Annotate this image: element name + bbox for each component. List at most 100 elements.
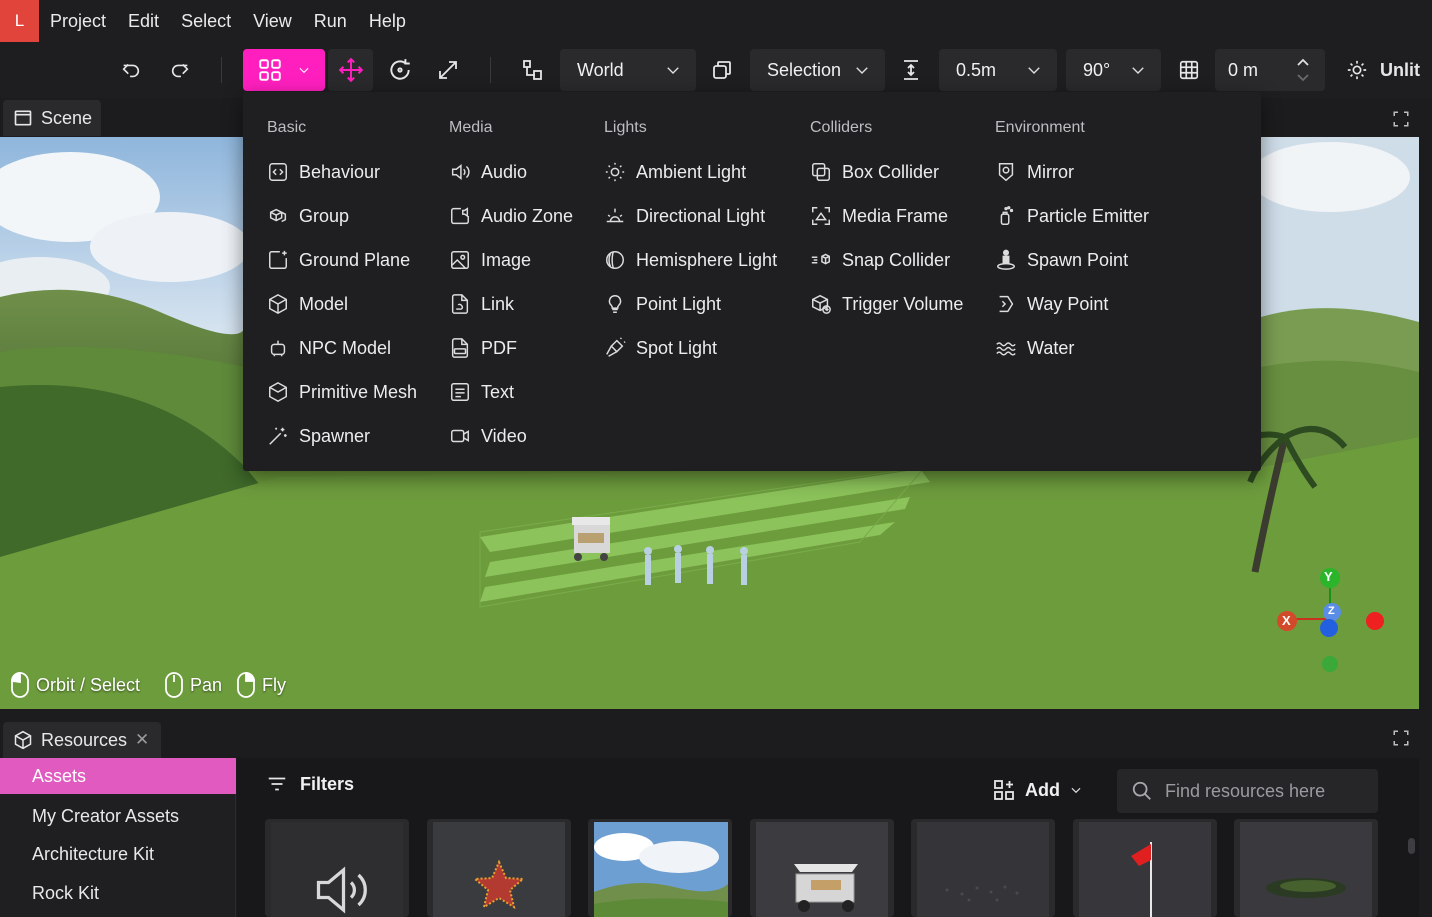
- menu-item-hemisphere-light[interactable]: Hemisphere Light: [604, 246, 777, 274]
- menu-project[interactable]: Project: [39, 11, 117, 32]
- translation-snap-dropdown[interactable]: 0.5m: [939, 49, 1057, 91]
- menu-item-directional-light[interactable]: Directional Light: [604, 202, 765, 230]
- pivot-mode-button[interactable]: [706, 54, 738, 86]
- rotation-snap-value: 90°: [1083, 59, 1111, 80]
- chevron-down-icon: [299, 67, 309, 74]
- menu-item-spawner[interactable]: Spawner: [267, 422, 370, 450]
- scale-tool-button[interactable]: [432, 54, 464, 86]
- menu-item-behaviour[interactable]: Behaviour: [267, 158, 380, 186]
- robot-icon: [270, 340, 286, 357]
- menu-item-label: Particle Emitter: [1027, 205, 1150, 226]
- window-icon: [14, 110, 32, 126]
- sidebar-item-my-creator-assets[interactable]: My Creator Assets: [0, 798, 236, 834]
- resource-card-skybox[interactable]: [588, 819, 732, 917]
- menu-item-mirror[interactable]: Mirror: [995, 158, 1074, 186]
- grid-toggle-button[interactable]: [1173, 54, 1205, 86]
- redo-button[interactable]: [165, 55, 195, 85]
- menu-run[interactable]: Run: [303, 11, 358, 32]
- menu-item-spot-light[interactable]: Spot Light: [604, 334, 717, 362]
- menu-item-trigger-volume[interactable]: Trigger Volume: [810, 290, 963, 318]
- grid-icon: [1179, 60, 1199, 80]
- menu-item-ground-plane[interactable]: Ground Plane: [267, 246, 410, 274]
- menu-item-particle-emitter[interactable]: Particle Emitter: [995, 202, 1149, 230]
- resource-card-flag[interactable]: [1073, 819, 1217, 917]
- add-object-button[interactable]: [243, 49, 325, 91]
- sidebar-item-assets[interactable]: Assets: [0, 758, 236, 794]
- close-icon[interactable]: ✕: [135, 730, 149, 750]
- resource-card-golf-cart[interactable]: [750, 819, 894, 917]
- menu-edit[interactable]: Edit: [117, 11, 170, 32]
- menu-item-label: Snap Collider: [842, 249, 951, 270]
- menu-item-label: Point Light: [636, 293, 722, 314]
- maximize-icon[interactable]: [1392, 110, 1410, 128]
- filters-button[interactable]: Filters: [266, 773, 354, 795]
- search-input[interactable]: [1165, 780, 1365, 802]
- resource-card-audio[interactable]: [265, 819, 409, 917]
- link-file-icon: [451, 294, 469, 314]
- menu-item-point-light[interactable]: Point Light: [604, 290, 721, 318]
- tab-scene[interactable]: Scene: [3, 100, 101, 136]
- menu-item-pdf[interactable]: PDF: [449, 334, 517, 362]
- menu-item-media-frame[interactable]: Media Frame: [810, 202, 948, 230]
- maximize-icon[interactable]: [1392, 729, 1410, 747]
- grid-height-input[interactable]: 0 m: [1215, 49, 1325, 91]
- translation-snap-button[interactable]: [895, 54, 927, 86]
- menu-select[interactable]: Select: [170, 11, 242, 32]
- menu-item-image[interactable]: Image: [449, 246, 531, 274]
- gizmo-x-label[interactable]: X: [1282, 613, 1291, 628]
- pivot-icon: [713, 61, 731, 79]
- resource-card-particles[interactable]: [911, 819, 1055, 917]
- menu-item-audio[interactable]: Audio: [449, 158, 527, 186]
- scale-arrows-icon: [439, 61, 457, 79]
- menu-item-label: Group: [299, 205, 350, 226]
- menu-item-link[interactable]: Link: [449, 290, 514, 318]
- app-logo[interactable]: L: [0, 0, 39, 42]
- audio-zone-icon: [451, 207, 469, 225]
- cube-outline-icon: [269, 381, 287, 403]
- menu-item-label: Spawn Point: [1027, 249, 1129, 270]
- menu-item-label: Way Point: [1027, 293, 1109, 314]
- tab-resources[interactable]: Resources ✕: [3, 722, 161, 758]
- menu-view[interactable]: View: [242, 11, 303, 32]
- menu-item-video[interactable]: Video: [449, 422, 527, 450]
- resource-card-island[interactable]: [1234, 819, 1378, 917]
- resources-scrollbar[interactable]: [1408, 838, 1415, 854]
- column-title-colliders: Colliders: [810, 119, 873, 136]
- image-icon: [451, 251, 469, 269]
- menu-item-way-point[interactable]: Way Point: [995, 290, 1108, 318]
- translate-tool-button[interactable]: [328, 49, 373, 91]
- stepper-arrows-icon[interactable]: [1295, 56, 1311, 84]
- menu-item-text[interactable]: Text: [449, 378, 514, 406]
- undo-button[interactable]: [116, 55, 146, 85]
- resource-card-star[interactable]: [427, 819, 571, 917]
- axis-space-icon: [523, 60, 542, 80]
- transform-space-button[interactable]: [516, 54, 548, 86]
- add-object-menu: Basic Behaviour Group Ground Plane Model…: [243, 92, 1261, 471]
- pivot-dropdown[interactable]: Selection: [750, 49, 885, 91]
- menu-item-label: Audio Zone: [481, 205, 574, 226]
- menu-item-ambient-light[interactable]: Ambient Light: [604, 158, 746, 186]
- lighting-mode-button[interactable]: Unlit: [1346, 54, 1432, 86]
- gizmo-z-label[interactable]: Z: [1328, 605, 1335, 617]
- directional-light-icon: [606, 208, 624, 223]
- menu-item-snap-collider[interactable]: Snap Collider: [810, 246, 950, 274]
- transform-space-dropdown[interactable]: World: [560, 49, 696, 91]
- menu-item-group[interactable]: Group: [267, 202, 349, 230]
- menu-item-model[interactable]: Model: [267, 290, 348, 318]
- add-resource-button[interactable]: Add: [992, 778, 1083, 802]
- sidebar-item-architecture-kit[interactable]: Architecture Kit: [0, 836, 236, 872]
- sidebar-item-rock-kit[interactable]: Rock Kit: [0, 875, 236, 911]
- rotate-tool-button[interactable]: [384, 54, 416, 86]
- gizmo-y-label[interactable]: Y: [1324, 569, 1333, 584]
- way-point-icon: [999, 295, 1014, 313]
- menu-item-audio-zone[interactable]: Audio Zone: [449, 202, 573, 230]
- menu-item-spawn-point[interactable]: Spawn Point: [995, 246, 1128, 274]
- menu-item-npc-model[interactable]: NPC Model: [267, 334, 391, 362]
- rotation-snap-dropdown[interactable]: 90°: [1066, 49, 1161, 91]
- resources-header: [0, 718, 1432, 758]
- menu-item-primitive-mesh[interactable]: Primitive Mesh: [267, 378, 417, 406]
- menu-help[interactable]: Help: [358, 11, 417, 32]
- menu-item-box-collider[interactable]: Box Collider: [810, 158, 939, 186]
- menu-item-water[interactable]: Water: [995, 334, 1074, 362]
- menu-item-label: Link: [481, 293, 515, 314]
